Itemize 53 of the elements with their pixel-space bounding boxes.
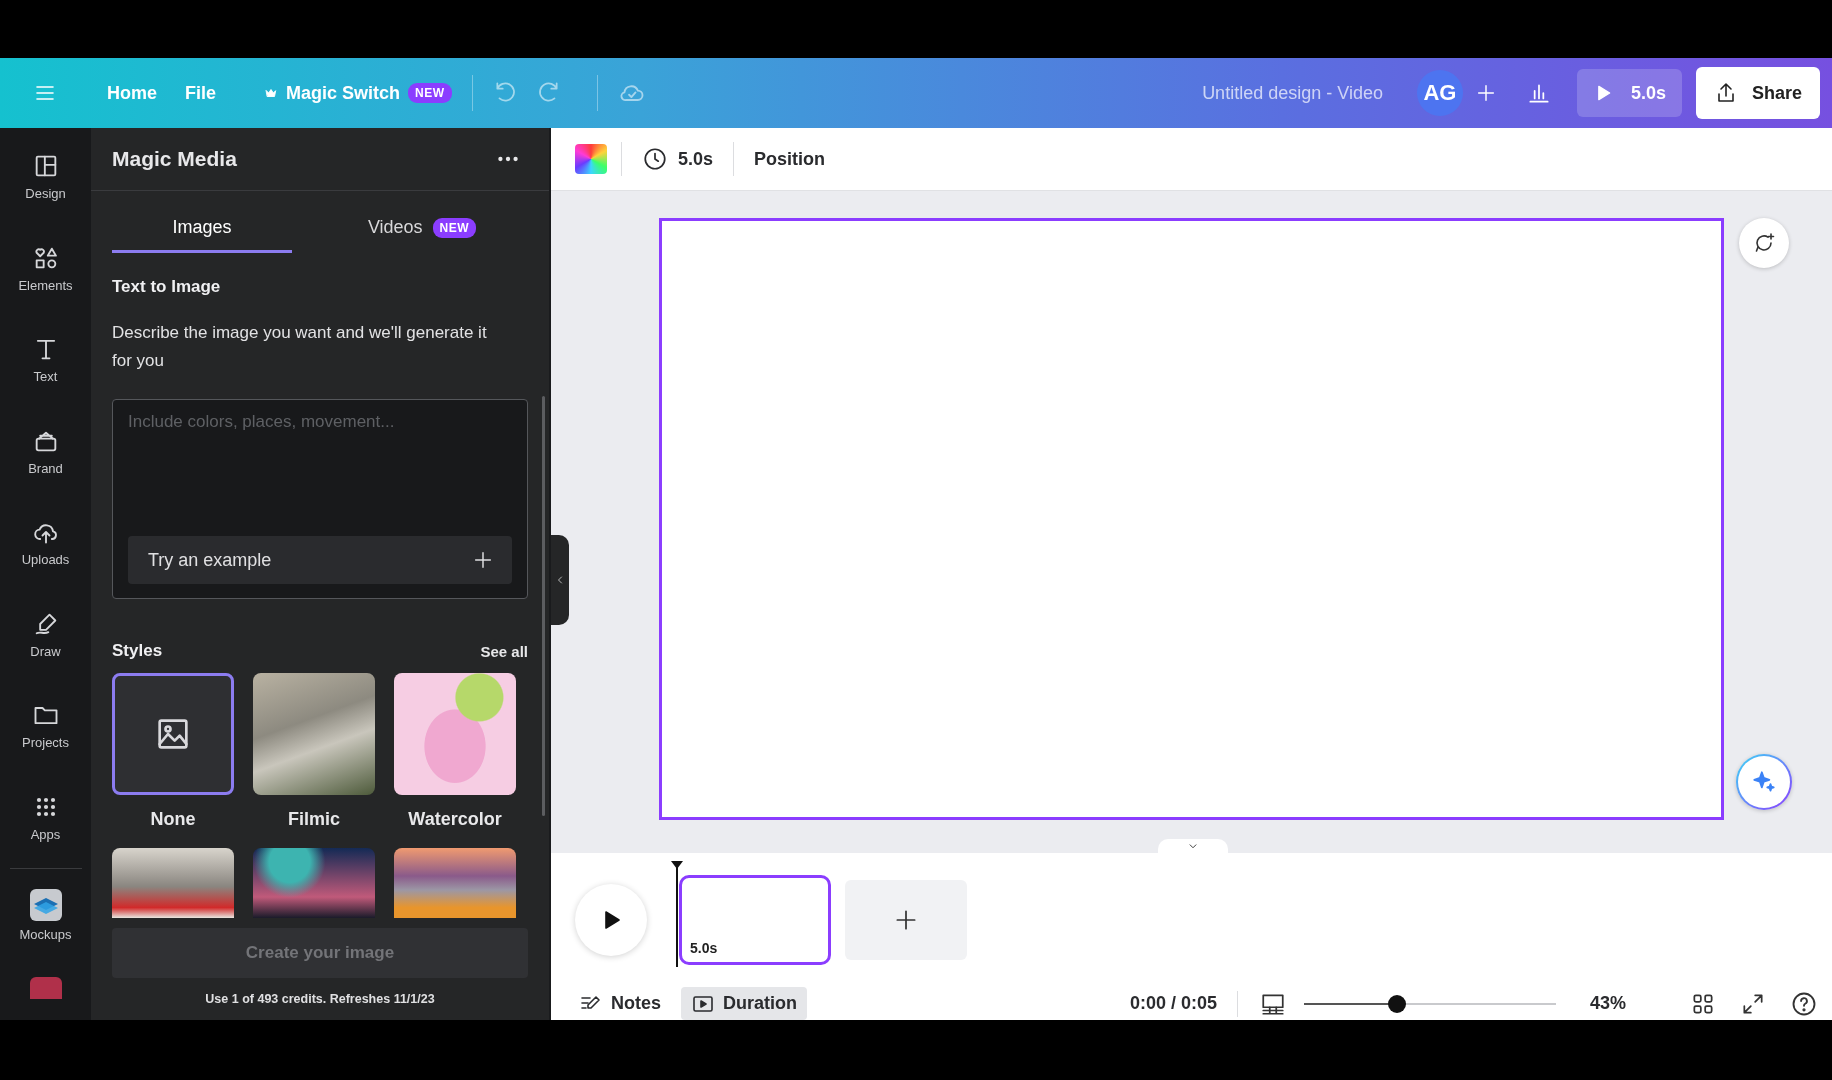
rail-item[interactable]: Text [5,331,86,423]
crown-icon [264,86,279,100]
layers-icon [29,889,62,921]
rail-item[interactable]: Design [5,148,86,240]
plus-icon [472,549,494,571]
time-display: 0:00 / 0:05 [1129,993,1217,1014]
tab[interactable]: Videos NEW [332,205,512,253]
section-title: Text to Image [112,277,222,297]
new-badge: NEW [408,83,452,103]
new-badge: NEW [432,217,477,238]
play-button[interactable] [575,884,647,956]
present-button[interactable]: 5.0s [1576,69,1682,117]
rail-item[interactable]: Elements [5,239,86,331]
photo-placeholder[interactable] [112,848,234,918]
duration-button[interactable]: 5.0s [636,142,720,176]
notes-button[interactable]: Notes [569,987,671,1020]
style-label: Watercolor [408,809,502,830]
share-button[interactable]: Share [1695,67,1820,119]
credits-text: Use 1 of 493 credits. Refreshes 11/1/23 [205,992,435,1006]
clock-icon [642,146,668,172]
collapse-handle[interactable] [551,535,569,625]
style-label: None [150,809,196,830]
description-text: Describe the image you want and we'll generate it for you [112,322,488,372]
zoom-slider[interactable] [1304,994,1556,1013]
rail-item[interactable]: Draw [5,605,86,697]
avatar[interactable]: AG [1416,70,1463,116]
position-button[interactable]: Position [748,144,832,174]
zoom-percent[interactable]: 43% [1590,993,1670,1014]
photo-placeholder[interactable] [253,673,375,795]
add-comment-button[interactable] [1739,218,1789,268]
rail-item[interactable]: Apps [5,788,86,880]
rail-item[interactable]: Uploads [5,514,86,606]
prompt-field[interactable]: Include colors, places, movement... Try an example [112,399,528,599]
styles-title: Styles [112,641,163,661]
rail-item[interactable]: Mockups [5,885,86,977]
tab[interactable]: Images [112,205,292,253]
panel-title: Magic Media [112,147,237,171]
rail-item[interactable]: Projects [5,697,86,789]
app-thumbnail[interactable] [29,976,62,999]
playhead[interactable] [669,859,685,969]
magic-button[interactable] [1736,754,1792,810]
style-tile[interactable] [112,673,234,795]
photo-placeholder[interactable] [253,848,375,918]
style-label: Filmic [288,809,340,830]
duration-button[interactable]: Duration [681,987,807,1020]
sparkle-icon [1751,769,1777,795]
see-all-link[interactable]: See all [480,642,528,660]
rail-item[interactable]: Brand [5,422,86,514]
timeline-clip[interactable]: 5.0s [679,875,831,965]
slider-thumb[interactable] [1388,994,1407,1013]
color-picker-button[interactable] [575,144,607,174]
scrollbar[interactable] [542,396,545,816]
try-example-button[interactable]: Try an example [128,536,512,584]
